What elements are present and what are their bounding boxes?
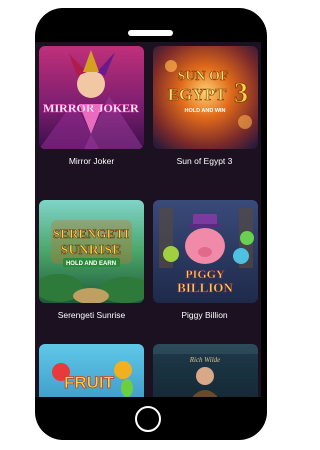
piggy-billion-logo-line2: BILLION	[177, 280, 233, 295]
game-tile-serengeti-sunrise[interactable]: SERENGETI SUNRISE HOLD AND EARN	[39, 200, 144, 303]
game-title-piggy-billion[interactable]: Piggy Billion	[148, 310, 261, 320]
mirror-joker-logo-text: MIRROR JOKER	[43, 101, 139, 115]
sun-of-egypt-logo-line1: SUN OF	[178, 69, 229, 84]
game-title-sun-of-egypt-3[interactable]: Sun of Egypt 3	[148, 156, 261, 166]
piggy-billion-logo-line1: PIGGY	[185, 267, 225, 281]
fruit-logo-text: FRUIT	[64, 373, 115, 392]
game-tile-fruit[interactable]: FRUIT	[39, 344, 144, 397]
game-tile-mirror-joker[interactable]: MIRROR JOKER	[39, 46, 144, 149]
sun-of-egypt-logo-line2: EGYPT	[168, 85, 227, 104]
game-title-serengeti-sunrise[interactable]: Serengeti Sunrise	[35, 310, 148, 320]
serengeti-sunrise-artwork: SERENGETI SUNRISE HOLD AND EARN	[39, 200, 144, 303]
serengeti-logo-line2: SUNRISE	[61, 243, 122, 258]
game-grid: MIRROR JOKER Mirror Joker SUN OF EGYPT 3…	[35, 42, 261, 397]
game-title-mirror-joker[interactable]: Mirror Joker	[35, 156, 148, 166]
game-tile-rich-wilde[interactable]: Rich Wilde	[153, 344, 258, 397]
phone-speaker	[128, 30, 173, 36]
serengeti-logo-line1: SERENGETI	[53, 226, 129, 241]
fruit-artwork: FRUIT	[39, 344, 144, 397]
serengeti-logo-subtitle: HOLD AND EARN	[66, 261, 116, 267]
piggy-billion-artwork: PIGGY BILLION	[153, 200, 258, 303]
game-tile-sun-of-egypt-3[interactable]: SUN OF EGYPT 3 HOLD AND WIN	[153, 46, 258, 149]
rich-wilde-logo-text: Rich Wilde	[189, 356, 221, 364]
mirror-joker-artwork: MIRROR JOKER	[39, 46, 144, 149]
sun-of-egypt-logo-subtitle: HOLD AND WIN	[184, 108, 225, 114]
rich-wilde-artwork: Rich Wilde	[153, 344, 258, 397]
sun-of-egypt-artwork: SUN OF EGYPT 3 HOLD AND WIN	[153, 46, 258, 149]
home-button[interactable]	[135, 406, 161, 432]
sun-of-egypt-logo-number: 3	[234, 78, 248, 109]
game-tile-piggy-billion[interactable]: PIGGY BILLION	[153, 200, 258, 303]
